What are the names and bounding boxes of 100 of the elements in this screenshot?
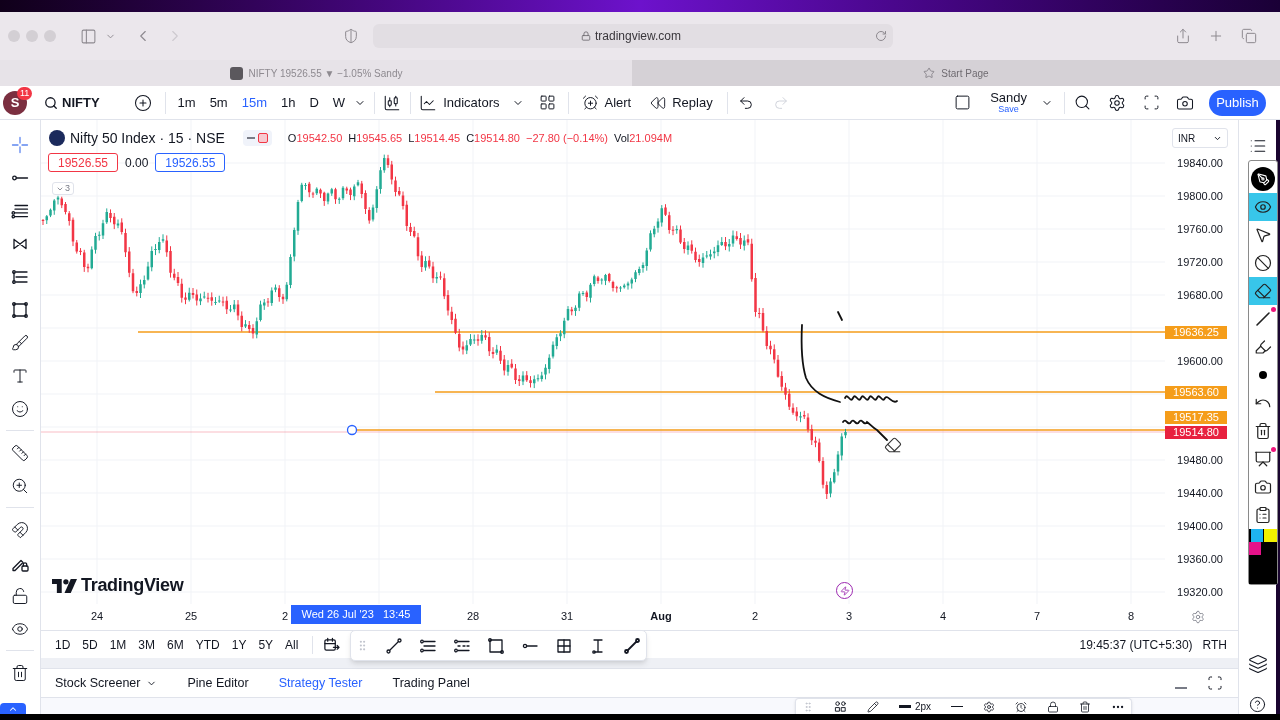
brush-icon[interactable]: [11, 333, 29, 352]
help-icon[interactable]: [1249, 696, 1266, 713]
ohlc-key: H: [348, 129, 357, 147]
browser-tab[interactable]: Start Page: [632, 60, 1280, 86]
layers-icon[interactable]: [1247, 654, 1268, 674]
publish-button[interactable]: Publish: [1209, 89, 1266, 116]
time-axis-label: 2: [751, 609, 759, 623]
clock-text[interactable]: 19:45:37 (UTC+5:30): [1079, 635, 1193, 654]
replay-button[interactable]: Replay: [650, 92, 713, 113]
buy-price-button[interactable]: 19526.55: [155, 153, 226, 172]
panel-tab[interactable]: Strategy Tester: [273, 673, 368, 693]
star-icon: [923, 67, 936, 79]
panel-tab[interactable]: Pine Editor: [182, 673, 254, 693]
color-swatch[interactable]: [1264, 529, 1277, 542]
calendar-arrow-icon[interactable]: [323, 636, 341, 653]
panel-tab[interactable]: Stock Screener: [50, 673, 163, 693]
camera-icon[interactable]: [1176, 93, 1194, 112]
list-icon[interactable]: [1248, 137, 1267, 155]
price-axis-label: 19440.00: [1177, 486, 1223, 500]
range-button[interactable]: All: [279, 632, 305, 657]
range-button[interactable]: 1Y: [225, 632, 253, 657]
text-icon[interactable]: [11, 366, 29, 385]
line-handle-icon[interactable]: [346, 424, 358, 436]
legend-collapse-button[interactable]: 3: [52, 182, 74, 195]
range-button[interactable]: 3M: [132, 632, 162, 657]
annotation-tool-button[interactable]: [1249, 193, 1277, 221]
lightning-icon[interactable]: [836, 582, 853, 599]
interval-button[interactable]: W: [325, 89, 353, 116]
ruler-icon[interactable]: [11, 443, 29, 462]
price-axis-label: 19360.00: [1177, 552, 1223, 566]
add-symbol-icon[interactable]: [133, 93, 152, 112]
interval-button[interactable]: 5m: [202, 89, 235, 116]
logo-wordmark: TradingView: [81, 574, 184, 597]
interval-button[interactable]: 1m: [170, 89, 203, 116]
address-bar[interactable]: tradingview.com: [373, 24, 893, 48]
volume-key: Vol: [613, 129, 630, 147]
trash-icon[interactable]: [1079, 700, 1092, 713]
color-swatch[interactable]: [1249, 542, 1261, 555]
price-axis-label: 19800.00: [1177, 189, 1223, 203]
ohlc-key: O: [287, 129, 297, 147]
fork-lines-icon[interactable]: [11, 267, 29, 286]
padlock-open-icon[interactable]: [11, 586, 29, 605]
alarm-clock-icon[interactable]: [1015, 700, 1028, 713]
pencil-icon[interactable]: [867, 700, 879, 713]
logo-icon: [52, 578, 77, 593]
range-button[interactable]: 5Y: [252, 632, 280, 657]
range-button[interactable]: 1M: [103, 632, 133, 657]
candlestick-icon[interactable]: [383, 93, 402, 112]
sell-price-button[interactable]: 19526.55: [48, 153, 118, 172]
panel-toggle-button[interactable]: [0, 703, 26, 714]
rectangle-icon[interactable]: [11, 300, 29, 319]
rewind-icon: [650, 94, 667, 111]
magnet-icon[interactable]: [11, 520, 29, 539]
interval-button[interactable]: D: [302, 89, 326, 116]
line-style-icon[interactable]: [951, 706, 964, 707]
indicators-button[interactable]: Indicators: [419, 92, 500, 113]
trash-icon: [1254, 422, 1272, 440]
eraser-icon: [1254, 282, 1272, 300]
search-icon[interactable]: [1074, 94, 1091, 111]
interval-button[interactable]: 1h: [274, 89, 303, 116]
symbol-search-button[interactable]: NIFTY: [44, 92, 100, 113]
range-button[interactable]: YTD: [189, 632, 226, 657]
maximize-icon[interactable]: [1207, 675, 1223, 691]
eraser-cursor-icon: [884, 436, 902, 454]
drag-handle-icon[interactable]: [802, 700, 814, 713]
annotation-tool-button[interactable]: [1249, 165, 1277, 193]
price-label: 19514.80: [1165, 425, 1227, 439]
undo-icon[interactable]: [737, 94, 754, 111]
shapes-icon[interactable]: [834, 700, 847, 713]
interval-button[interactable]: 15m: [234, 89, 274, 116]
rectangle-icon[interactable]: [487, 636, 505, 655]
fullscreen-icon[interactable]: [1143, 94, 1160, 111]
color-swatch[interactable]: [1251, 529, 1263, 542]
settings-icon[interactable]: [983, 700, 996, 713]
smiley-icon[interactable]: [11, 399, 29, 418]
line-segment-icon[interactable]: [623, 636, 641, 655]
session-button[interactable]: RTH: [1202, 635, 1227, 654]
line-width-button[interactable]: 2px: [899, 701, 932, 712]
trash-icon[interactable]: [11, 663, 29, 682]
range-button[interactable]: 1D: [49, 632, 77, 657]
price-axis-label: 19600.00: [1177, 354, 1223, 368]
lock-icon[interactable]: [1047, 700, 1060, 713]
chart-line-icon: [419, 93, 438, 112]
grid-icon[interactable]: [555, 636, 573, 655]
panel-tab[interactable]: Trading Panel: [387, 673, 475, 693]
range-button[interactable]: 6M: [161, 632, 190, 657]
annotation-tool-button[interactable]: [1249, 277, 1277, 305]
price-axis-label: 19760.00: [1177, 222, 1223, 236]
range-button[interactable]: 5D: [76, 632, 104, 657]
ohlc-value: 19542.50: [296, 130, 343, 146]
zoom-in-icon[interactable]: [11, 476, 29, 495]
symbol-title[interactable]: Nifty 50 Index · 15 · NSE: [70, 127, 225, 149]
settings-icon[interactable]: [1108, 93, 1126, 112]
crossed-circle-icon: [1254, 254, 1272, 272]
grid-icon[interactable]: [538, 94, 556, 111]
trend-line-icon[interactable]: [385, 636, 403, 655]
currency-dropdown[interactable]: INR: [1172, 128, 1228, 148]
square-icon[interactable]: [954, 94, 972, 111]
layout-save-button[interactable]: Sandy Save: [990, 91, 1027, 114]
alert-button[interactable]: Alert: [581, 92, 632, 113]
